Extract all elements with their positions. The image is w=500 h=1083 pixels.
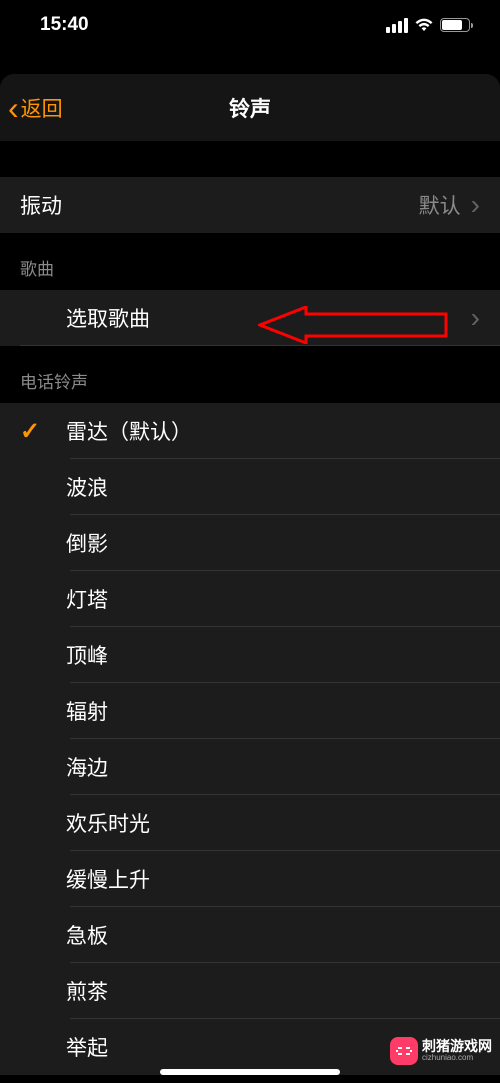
ringtone-item[interactable]: 煎茶: [0, 963, 500, 1019]
ringtone-label: 急板: [66, 920, 108, 950]
checkmark-icon: ✓: [20, 417, 66, 446]
ringtone-list: ✓雷达（默认） 波浪倒影灯塔顶峰辐射海边欢乐时光缓慢上升急板煎茶举起: [0, 403, 500, 1075]
home-indicator[interactable]: [160, 1069, 340, 1075]
watermark: 刺猪游戏网 cizhuniao.com: [390, 1037, 492, 1065]
ringtone-label: 海边: [66, 752, 108, 782]
songs-section-header: 歌曲: [0, 233, 500, 290]
ringtone-item[interactable]: 灯塔: [0, 571, 500, 627]
ringtone-label: 欢乐时光: [66, 808, 150, 838]
ringtone-label: 顶峰: [66, 640, 108, 670]
watermark-icon: [390, 1037, 418, 1065]
ringtone-item[interactable]: 辐射: [0, 683, 500, 739]
ringtone-label: 灯塔: [66, 584, 108, 614]
ringtone-item[interactable]: 倒影: [0, 515, 500, 571]
status-bar: 15:40: [0, 0, 500, 50]
page-title: 铃声: [0, 93, 500, 123]
cellular-signal-icon: [386, 18, 408, 33]
wifi-icon: [414, 18, 434, 33]
back-button[interactable]: ‹ 返回: [8, 92, 63, 124]
chevron-right-icon: ›: [471, 189, 480, 221]
ringtone-item[interactable]: 波浪: [0, 459, 500, 515]
status-indicators: [386, 18, 470, 33]
ringtone-label: 雷达（默认）: [66, 416, 192, 446]
watermark-name: 刺猪游戏网: [422, 1039, 492, 1054]
watermark-url: cizhuniao.com: [422, 1054, 492, 1063]
status-time: 15:40: [40, 14, 89, 36]
ringtone-item[interactable]: 欢乐时光: [0, 795, 500, 851]
annotation-arrow-icon: [258, 306, 448, 344]
ringtone-label: 缓慢上升: [66, 864, 150, 894]
ringtone-item[interactable]: 顶峰: [0, 627, 500, 683]
ringtone-label: 辐射: [66, 696, 108, 726]
nav-header: ‹ 返回 铃声: [0, 74, 500, 142]
vibration-label: 振动: [20, 190, 419, 220]
ringtone-item[interactable]: 急板: [0, 907, 500, 963]
chevron-right-icon: ›: [471, 302, 480, 334]
back-label: 返回: [21, 93, 63, 123]
ringtone-label: 煎茶: [66, 976, 108, 1006]
vibration-value: 默认: [419, 190, 461, 220]
ringtone-label: 倒影: [66, 528, 108, 558]
ringtones-section-header: 电话铃声: [0, 346, 500, 403]
ringtone-label: 波浪: [66, 472, 108, 502]
ringtone-item[interactable]: ✓雷达（默认）: [0, 403, 500, 459]
chevron-left-icon: ‹: [8, 92, 19, 124]
vibration-row[interactable]: 振动 默认 ›: [0, 177, 500, 233]
ringtone-item[interactable]: 海边: [0, 739, 500, 795]
ringtone-label: 举起: [66, 1032, 108, 1062]
battery-icon: [440, 18, 470, 32]
ringtone-item[interactable]: 缓慢上升: [0, 851, 500, 907]
